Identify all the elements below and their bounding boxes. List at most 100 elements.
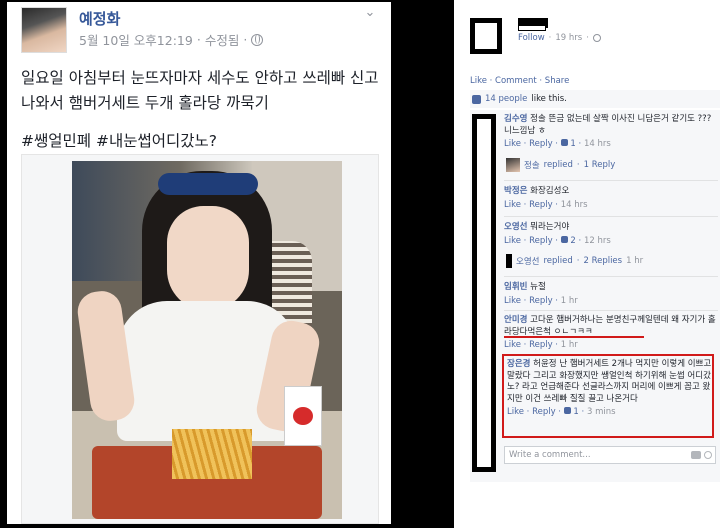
reply-avatar-redacted <box>506 254 512 268</box>
comment: 박정은 화장김성오 Like · Reply · 14 hrs <box>504 186 718 211</box>
comment-highlighted: 장은경 허윤정 난 햄버거세트 2개나 먹지만 이렇게 이쁘고 말랐다 그리고 … <box>507 359 713 419</box>
like-link[interactable]: Like <box>504 200 521 210</box>
comment-input[interactable]: Write a comment... <box>504 446 716 464</box>
photo-face <box>167 206 249 311</box>
reply-verb: replied <box>543 160 573 170</box>
post-hashtags[interactable]: #쌩얼민폐 #내눈썹어디갔노? <box>21 129 217 151</box>
comment-actions: Like · Reply · 14 hrs <box>504 199 588 210</box>
reply-link[interactable]: Reply <box>529 200 553 210</box>
comment-divider <box>504 310 718 311</box>
comment-author[interactable]: 박정은 <box>504 186 527 196</box>
post-header: Follow · 19 hrs · <box>454 0 720 70</box>
reply-separator: · <box>576 160 580 170</box>
photo-fries <box>172 429 252 479</box>
comment-author[interactable]: 임휘빈 <box>504 282 527 292</box>
comment-actions: Like · Reply · 1 · 14 hrs <box>504 139 611 149</box>
post-subline: Follow · 19 hrs · <box>518 33 601 43</box>
right-post-card: Follow · 19 hrs · Like · Comment · Share… <box>454 0 720 528</box>
reply-count[interactable]: 2 Replies <box>583 256 622 266</box>
post-photo-frame <box>21 154 379 524</box>
reply-time[interactable]: 1 hr <box>626 256 643 266</box>
sub-separator-2: · <box>586 33 589 43</box>
like-link[interactable]: Like <box>504 139 521 149</box>
thumb-icon <box>563 407 571 414</box>
comment-time[interactable]: 12 hrs <box>584 236 611 246</box>
comment-time[interactable]: 14 hrs <box>561 200 588 210</box>
comment-input-placeholder: Write a comment... <box>509 450 591 460</box>
photo-sunglasses <box>158 173 258 195</box>
comment-text: 화장김성오 <box>530 186 570 196</box>
comment-actions: Like · Reply · 1 hr <box>504 295 578 306</box>
thumb-icon <box>560 235 568 243</box>
globe-icon <box>592 34 601 42</box>
comment-time[interactable]: 14 hrs <box>584 139 611 149</box>
comment-text: 허윤정 난 햄버거세트 2개나 먹지만 이렇게 이쁘고 말랐다 그리고 화장했지… <box>507 359 712 404</box>
like-link[interactable]: Like <box>504 340 521 350</box>
redacted-name-underline <box>518 26 546 31</box>
reply-link[interactable]: Reply <box>532 407 556 417</box>
thumb-icon <box>472 94 481 104</box>
edited-label[interactable]: 수정됨 <box>205 30 240 49</box>
reply-name[interactable]: 오영선 <box>516 255 539 267</box>
camera-icon[interactable] <box>691 451 701 459</box>
meta-separator-2: · <box>243 32 248 47</box>
reply-avatar <box>506 158 520 172</box>
like-link[interactable]: Like <box>507 407 524 417</box>
reply-separator: · <box>576 256 580 266</box>
comment: 오영선 뭐라는거야 Like · Reply · 2 · 12 hrs <box>504 222 718 247</box>
comment-author[interactable]: 장은경 <box>507 359 530 369</box>
likes-suffix: like this. <box>531 94 567 104</box>
likes-count-link[interactable]: 14 people <box>485 94 527 104</box>
reply-summary[interactable]: 정솔 replied · 1 Reply <box>506 158 615 172</box>
reply-link[interactable]: Reply <box>529 236 553 246</box>
comment-author[interactable]: 김수영 <box>504 114 527 124</box>
author-avatar[interactable] <box>21 7 67 53</box>
globe-icon <box>251 33 264 46</box>
reply-link[interactable]: Reply <box>529 296 553 306</box>
comments-section: 김수영 정솔 뜬금 없는데 살짝 이사진 니담은거 같기도 ??? 니느낌남 ㅎ… <box>470 110 720 482</box>
like-link[interactable]: Like <box>504 296 521 306</box>
comment-author[interactable]: 오영선 <box>504 222 527 232</box>
comment-actions: Like · Reply · 1 hr <box>504 340 578 350</box>
post-time[interactable]: 19 hrs <box>555 33 582 43</box>
thumb-icon <box>560 139 568 146</box>
red-underline-annotation <box>504 336 644 338</box>
reply-link[interactable]: Reply <box>529 139 553 149</box>
like-count[interactable]: 1 <box>570 139 575 149</box>
like-count[interactable]: 1 <box>573 407 578 417</box>
reply-count[interactable]: 1 Reply <box>584 160 616 170</box>
sticker-icon[interactable] <box>704 451 712 459</box>
reply-verb: replied <box>543 256 573 266</box>
photo-arm-left <box>75 288 137 424</box>
chevron-down-icon[interactable]: ⌄ <box>363 6 377 20</box>
redacted-avatar[interactable] <box>470 18 502 54</box>
reply-link[interactable]: Reply <box>529 340 553 350</box>
comment-time[interactable]: 3 mins <box>587 407 616 417</box>
comment-actions: Like · Reply · 1 · 3 mins <box>507 407 616 417</box>
reply-name[interactable]: 정솔 <box>524 159 540 171</box>
likes-summary: 14 people like this. <box>470 90 720 108</box>
comment-time[interactable]: 1 hr <box>561 296 578 306</box>
comment-text: 고다운 햄버거하나는 분명친구께일텐데 왜 자기가 홀라당다먹은척 ㅇㄴㄱㅋㅋ <box>504 315 716 337</box>
post-actions[interactable]: Like · Comment · Share <box>470 76 569 86</box>
left-post-card: 예정화 5월 10일 오후12:19 · 수정됨 · ⌄ 일요일 아침부터 눈뜨… <box>7 2 391 524</box>
comment-divider <box>504 276 718 277</box>
comment-author[interactable]: 안미경 <box>504 315 527 325</box>
follow-button[interactable]: Follow <box>518 33 545 43</box>
post-text-line-1: 일요일 아침부터 눈뜨자마자 세수도 안하고 쓰레빠 신고 <box>21 69 379 87</box>
comment-text: 뭐라는거야 <box>530 222 570 232</box>
post-photo[interactable] <box>72 161 342 519</box>
like-link[interactable]: Like <box>504 236 521 246</box>
post-text-line-2: 나와서 햄버거세트 두개 홀라당 까묵기 <box>21 94 269 112</box>
sub-separator: · <box>548 33 552 43</box>
like-count[interactable]: 2 <box>570 236 575 246</box>
author-name[interactable]: 예정화 <box>79 8 120 29</box>
reply-summary[interactable]: 오영선 replied · 2 Replies 1 hr <box>506 254 643 268</box>
redacted-avatars-bar <box>472 114 496 472</box>
post-meta: 5월 10일 오후12:19 · 수정됨 · <box>79 30 264 49</box>
comment-time[interactable]: 1 hr <box>561 340 578 350</box>
post-timestamp[interactable]: 5월 10일 오후12:19 <box>79 30 193 49</box>
comment: 안미경 고다운 햄버거하나는 분명친구께일텐데 왜 자기가 홀라당다먹은척 ㅇㄴ… <box>504 315 718 352</box>
comment-text: 뉴절 <box>530 282 546 292</box>
comment: 김수영 정솔 뜬금 없는데 살짝 이사진 니담은거 같기도 ??? 니느낌남 ㅎ… <box>504 114 718 151</box>
